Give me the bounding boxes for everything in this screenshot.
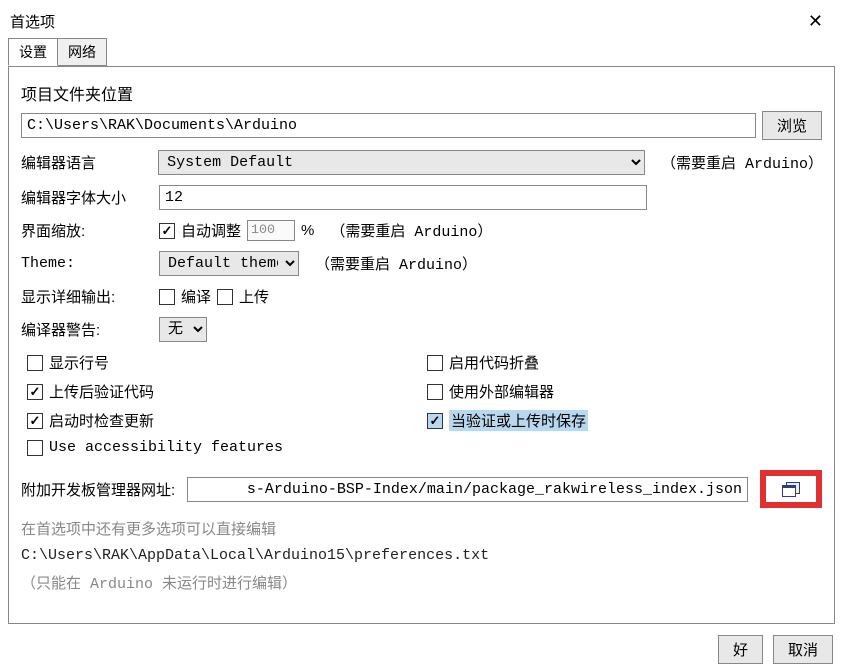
close-icon[interactable]: ✕ <box>802 11 829 32</box>
verbose-upload-label: 上传 <box>239 286 269 307</box>
verify-upload-label: 上传后验证代码 <box>49 381 154 402</box>
accessibility-checkbox[interactable] <box>27 440 43 456</box>
prefs-file-path[interactable]: C:\Users\RAK\AppData\Local\Arduino15\pre… <box>21 547 822 564</box>
warnings-select[interactable]: 无 <box>159 317 207 342</box>
sketchbook-path-input[interactable] <box>21 113 756 138</box>
scale-auto-label: 自动调整 <box>181 220 241 241</box>
tab-network[interactable]: 网络 <box>57 38 107 66</box>
editor-fontsize-input[interactable] <box>159 185 647 210</box>
sketchbook-label: 项目文件夹位置 <box>21 81 822 105</box>
boards-url-input[interactable] <box>187 477 748 502</box>
scale-percent: % <box>301 222 314 239</box>
theme-label: Theme: <box>21 255 153 272</box>
save-verify-label: 当验证或上传时保存 <box>449 410 588 431</box>
ok-button[interactable]: 好 <box>718 635 763 664</box>
window-title: 首选项 <box>10 11 55 32</box>
browse-button[interactable]: 浏览 <box>762 111 822 140</box>
editor-language-select[interactable]: System Default <box>158 150 645 175</box>
prefs-edit-note: （只能在 Arduino 未运行时进行编辑） <box>21 572 822 593</box>
verify-upload-checkbox[interactable] <box>27 384 43 400</box>
save-verify-checkbox[interactable] <box>427 413 443 429</box>
scale-hint: （需要重启 Arduino） <box>330 220 492 241</box>
accessibility-label: Use accessibility features <box>49 439 283 456</box>
verbose-compile-label: 编译 <box>181 286 211 307</box>
external-editor-label: 使用外部编辑器 <box>449 381 554 402</box>
verbose-label: 显示详细输出: <box>21 286 153 307</box>
editor-language-hint: （需要重启 Arduino） <box>661 152 822 173</box>
more-prefs-hint: 在首选项中还有更多选项可以直接编辑 <box>21 518 822 539</box>
scale-value-stepper[interactable] <box>247 220 295 241</box>
scale-auto-checkbox[interactable] <box>159 223 175 239</box>
verbose-upload-checkbox[interactable] <box>217 289 233 305</box>
scale-label: 界面缩放: <box>21 220 153 241</box>
editor-language-label: 编辑器语言 <box>21 152 152 173</box>
line-numbers-label: 显示行号 <box>49 352 109 373</box>
check-updates-checkbox[interactable] <box>27 413 43 429</box>
verbose-compile-checkbox[interactable] <box>159 289 175 305</box>
window-icon <box>782 482 800 496</box>
boards-url-edit-button[interactable] <box>760 470 822 508</box>
code-folding-checkbox[interactable] <box>427 355 443 371</box>
line-numbers-checkbox[interactable] <box>27 355 43 371</box>
cancel-button[interactable]: 取消 <box>773 635 833 664</box>
theme-hint: （需要重启 Arduino） <box>315 253 477 274</box>
boards-url-label: 附加开发板管理器网址: <box>21 479 175 500</box>
code-folding-label: 启用代码折叠 <box>449 352 539 373</box>
tab-settings[interactable]: 设置 <box>8 38 58 66</box>
editor-fontsize-label: 编辑器字体大小 <box>21 187 153 208</box>
external-editor-checkbox[interactable] <box>427 384 443 400</box>
warnings-label: 编译器警告: <box>21 319 153 340</box>
theme-select[interactable]: Default theme <box>159 251 299 276</box>
check-updates-label: 启动时检查更新 <box>49 410 154 431</box>
